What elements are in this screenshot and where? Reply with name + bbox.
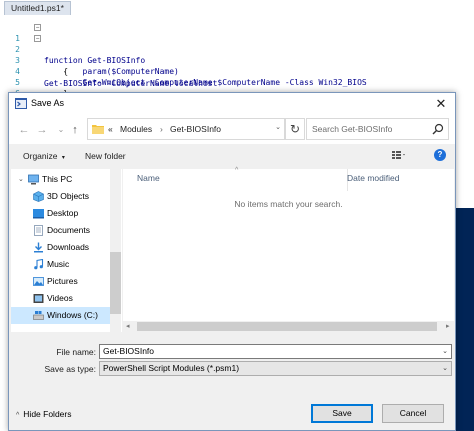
fold-toggle-icon[interactable]: − <box>34 35 41 42</box>
save-as-dialog: Save As ✕ ← → ⌄ ↑ « Modules › Get-BIOSIn… <box>8 92 456 431</box>
sort-indicator-icon: ^ <box>235 167 239 174</box>
breadcrumb-get-biosinfo[interactable]: Get-BIOSInfo <box>170 124 221 134</box>
editor-tab[interactable]: Untitled1.ps1* <box>4 1 71 15</box>
code-line[interactable]: 1 − function Get-BIOSInfo <box>0 22 145 65</box>
tree-item-label: Music <box>47 259 70 269</box>
tree-item-windows-c[interactable]: Windows (C:) <box>11 307 119 324</box>
fold-toggle-icon[interactable]: − <box>34 24 41 31</box>
videos-icon <box>33 294 44 303</box>
collapse-caret-icon: ^ <box>16 412 20 419</box>
recent-locations-icon[interactable]: ⌄ <box>54 123 68 137</box>
screen: Untitled1.ps1* 1 − function Get-BIOSInfo… <box>0 0 474 431</box>
organize-label: Organize <box>23 151 58 161</box>
tree-item-label: Documents <box>47 225 90 235</box>
pictures-icon <box>33 277 44 286</box>
code-line[interactable]: 3 param($ComputerName) <box>0 44 179 76</box>
file-list[interactable]: Name ^ Date modified No items match your… <box>123 167 454 332</box>
column-header-date[interactable]: Date modified <box>347 173 399 183</box>
search-icon[interactable] <box>432 123 444 135</box>
code-line[interactable]: 4 Get-WmiObject -ComputerName $ComputerN… <box>0 55 367 87</box>
tree-item-label: Pictures <box>47 276 78 286</box>
hide-folders-label: Hide Folders <box>23 409 72 419</box>
file-name-value: Get-BIOSInfo <box>103 346 155 356</box>
search-box[interactable]: Search Get-BIOSInfo <box>306 118 449 140</box>
drive-icon <box>33 311 44 320</box>
breadcrumb-chevron-icon[interactable]: › <box>160 124 163 134</box>
column-header-name[interactable]: Name <box>137 173 160 183</box>
save-as-type-select[interactable]: PowerShell Script Modules (*.psm1) ⌄ <box>99 361 452 376</box>
scroll-left-icon[interactable]: ◂ <box>126 322 130 330</box>
address-bar[interactable]: « Modules › Get-BIOSInfo ⌄ <box>87 118 285 140</box>
tree-item-label: Videos <box>47 293 73 303</box>
code-line[interactable]: 5 } <box>0 66 68 98</box>
console-pane[interactable] <box>455 208 474 431</box>
save-as-type-label: Save as type: <box>44 364 96 374</box>
tree-item-label: Downloads <box>47 242 90 252</box>
dialog-title: Save As <box>31 98 65 108</box>
save-as-type-value: PowerShell Script Modules (*.psm1) <box>103 363 240 373</box>
tree-item-this-pc[interactable]: ⌄ This PC <box>11 171 119 188</box>
scroll-right-icon[interactable]: ▸ <box>446 322 450 330</box>
navigation-bar: ← → ⌄ ↑ « Modules › Get-BIOSInfo ⌄ ↻ Sea… <box>9 115 455 144</box>
list-scrollbar-thumb[interactable] <box>137 322 437 331</box>
up-arrow-icon[interactable]: ↑ <box>68 123 82 137</box>
close-icon[interactable]: ✕ <box>433 96 449 112</box>
file-name-input[interactable]: Get-BIOSInfo ⌄ <box>99 344 452 359</box>
command-bar: Organize ▾ New folder ? <box>9 144 455 168</box>
help-icon[interactable]: ? <box>434 149 446 161</box>
organize-caret-icon: ▾ <box>61 155 65 161</box>
path-overflow[interactable]: « <box>108 124 113 134</box>
forward-arrow-icon[interactable]: → <box>35 123 49 137</box>
view-options-icon[interactable] <box>392 150 406 160</box>
address-dropdown-icon[interactable]: ⌄ <box>275 123 281 131</box>
tree-item-3d-objects[interactable]: 3D Objects <box>11 188 119 205</box>
search-placeholder: Search Get-BIOSInfo <box>312 124 393 134</box>
expand-caret-icon[interactable]: ⌄ <box>18 171 24 188</box>
tree-item-desktop[interactable]: Desktop <box>11 205 119 222</box>
cancel-button[interactable]: Cancel <box>382 404 444 423</box>
code-line[interactable]: 7 Get-BIOSInfo -ComputerName localhost <box>0 78 217 89</box>
new-folder-button[interactable]: New folder <box>85 151 126 161</box>
hide-folders-button[interactable]: ^ Hide Folders <box>16 409 71 419</box>
empty-list-message: No items match your search. <box>234 199 343 209</box>
file-name-label: File name: <box>56 347 96 357</box>
navigation-tree[interactable]: ⌄ This PC 3D Objects Desktop Documents D… <box>11 169 122 332</box>
folder-icon <box>92 125 104 134</box>
chevron-down-icon[interactable]: ⌄ <box>442 362 448 375</box>
save-button[interactable]: Save <box>311 404 373 423</box>
desktop-icon <box>33 209 44 219</box>
tree-item-label: This PC <box>42 174 73 184</box>
tree-item-music[interactable]: Music <box>11 256 119 273</box>
dialog-title-bar[interactable]: Save As ✕ <box>9 93 455 115</box>
code-text: function Get-BIOSInfo <box>44 56 146 65</box>
breadcrumb-modules[interactable]: Modules <box>120 124 152 134</box>
code-text: param($ComputerName) <box>44 67 179 76</box>
file-name-dropdown-icon[interactable]: ⌄ <box>442 345 448 358</box>
tree-scrollbar-thumb[interactable] <box>110 252 121 314</box>
pc-icon <box>28 174 39 185</box>
tree-item-downloads[interactable]: Downloads <box>11 239 119 256</box>
organize-menu[interactable]: Organize ▾ <box>23 151 65 161</box>
downloads-icon <box>34 242 43 253</box>
tree-item-documents[interactable]: Documents <box>11 222 119 239</box>
tree-item-label: 3D Objects <box>47 191 90 201</box>
documents-icon <box>34 225 43 236</box>
music-icon <box>34 259 44 270</box>
refresh-icon[interactable]: ↻ <box>285 118 305 140</box>
tree-item-videos[interactable]: Videos <box>11 290 119 307</box>
tree-item-label: Desktop <box>47 208 79 218</box>
back-arrow-icon[interactable]: ← <box>17 123 31 137</box>
3d-objects-icon <box>33 191 44 202</box>
code-line[interactable]: 2 − { <box>0 33 68 76</box>
powershell-ise-icon <box>15 98 27 109</box>
code-text: Get-BIOSInfo -ComputerName localhost <box>44 79 218 88</box>
tree-item-pictures[interactable]: Pictures <box>11 273 119 290</box>
tree-item-label: Windows (C:) <box>47 310 99 320</box>
